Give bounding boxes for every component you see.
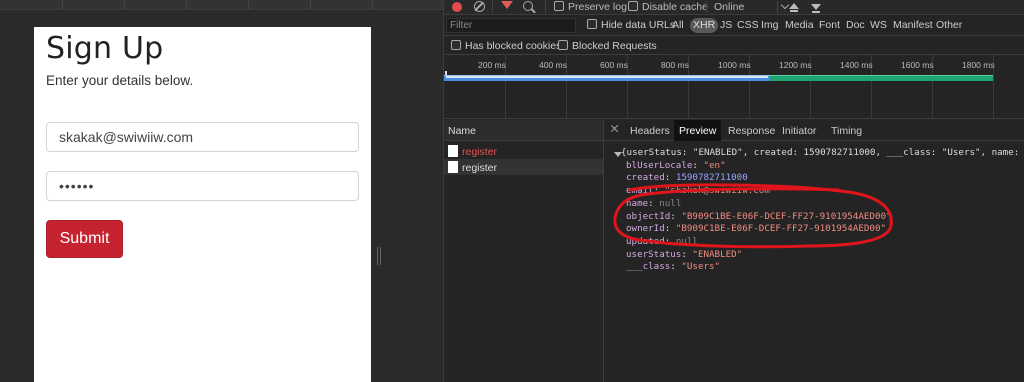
throttling-value: Online (714, 1, 745, 13)
preserve-log-label: Preserve log (568, 1, 627, 13)
type-filter-manifest[interactable]: Manifest (890, 18, 936, 33)
filter-icon[interactable] (501, 1, 513, 9)
import-har-icon[interactable] (788, 1, 800, 13)
signup-page: Sign Up Enter your details below. skakak… (34, 27, 371, 382)
tick-label: 1200 ms (779, 60, 812, 70)
tab-headers[interactable]: Headers (625, 120, 675, 141)
json-value: "Users" (681, 261, 721, 273)
filter-bar: Filter Hide data URLs All XHR JS CSS Img… (444, 15, 1024, 36)
tick-label: 1600 ms (901, 60, 934, 70)
document-icon (448, 161, 458, 173)
tab-timing[interactable]: Timing (826, 120, 867, 141)
splitter-handle[interactable] (377, 247, 381, 265)
hide-data-urls-label: Hide data URLs (601, 19, 676, 31)
preserve-log-checkbox[interactable]: Preserve log (554, 1, 627, 13)
submit-button[interactable]: Submit (46, 220, 123, 258)
disable-cache-label: Disable cache (642, 1, 708, 13)
has-blocked-cookies-label: Has blocked cookies (465, 40, 562, 52)
options-bar: Has blocked cookies Blocked Requests (444, 36, 1024, 55)
request-name: register (462, 146, 498, 158)
type-filter-img[interactable]: Img (758, 18, 782, 33)
record-icon[interactable] (452, 2, 462, 12)
timeline-bar-download (770, 75, 993, 81)
tab-response[interactable]: Response (723, 120, 780, 141)
annotation-circle (613, 183, 893, 249)
type-filter-xhr[interactable]: XHR (690, 18, 719, 33)
has-blocked-cookies-checkbox[interactable]: Has blocked cookies (451, 40, 561, 52)
tick-label: 400 ms (539, 60, 567, 70)
type-filter-doc[interactable]: Doc (843, 18, 868, 33)
tab-preview[interactable]: Preview (674, 120, 722, 141)
type-filter-js[interactable]: JS (717, 18, 735, 33)
tick-label: 600 ms (600, 60, 628, 70)
password-field[interactable]: •••••• (46, 171, 359, 201)
filter-input[interactable]: Filter (446, 18, 576, 33)
type-filter-all[interactable]: All (669, 18, 687, 33)
clear-icon[interactable] (474, 1, 485, 12)
network-toolbar: Preserve log Disable cache Online (444, 0, 1024, 15)
json-preview: {userStatus: "ENABLED", created: 1590782… (604, 142, 1024, 382)
page-subtitle: Enter your details below. (46, 73, 194, 88)
blocked-requests-checkbox[interactable]: Blocked Requests (558, 40, 657, 52)
json-value: "en" (703, 159, 726, 171)
json-field-class[interactable]: ___class: "Users" (626, 261, 720, 274)
type-filter-other[interactable]: Other (933, 18, 965, 33)
search-icon[interactable] (523, 1, 533, 11)
name-column-header[interactable]: Name (444, 120, 603, 141)
document-icon (448, 145, 458, 157)
export-har-icon[interactable] (810, 1, 822, 13)
tick-label: 1000 ms (718, 60, 751, 70)
request-row-failed[interactable]: register (444, 143, 603, 159)
request-list: Name register register (444, 120, 604, 382)
tick-label: 1400 ms (840, 60, 873, 70)
json-summary[interactable]: {userStatus: "ENABLED", created: 1590782… (621, 147, 1024, 160)
request-name: register (462, 162, 498, 174)
disable-cache-checkbox[interactable]: Disable cache (628, 1, 708, 13)
timeline-overview[interactable]: 200 ms 400 ms 600 ms 800 ms 1000 ms 1200… (444, 55, 1024, 119)
tab-initiator[interactable]: Initiator (777, 120, 821, 141)
close-icon[interactable] (610, 124, 619, 133)
tick-label: 1800 ms (962, 60, 995, 70)
email-field[interactable]: skakak@swiwiiw.com (46, 122, 359, 152)
details-tabs: Headers Preview Response Initiator Timin… (604, 120, 1024, 141)
json-key: blUserLocale (626, 159, 693, 171)
json-key: ___class (626, 261, 671, 273)
type-filter-media[interactable]: Media (782, 18, 817, 33)
json-field-bluserlocale[interactable]: blUserLocale: "en" (626, 160, 726, 173)
type-filter-ws[interactable]: WS (867, 18, 890, 33)
type-filter-font[interactable]: Font (816, 18, 843, 33)
tick-label: 800 ms (661, 60, 689, 70)
app-top-strip (0, 0, 443, 10)
hide-data-urls-checkbox[interactable]: Hide data URLs (587, 19, 675, 31)
page-title: Sign Up (46, 31, 164, 66)
devtools-panel: Preserve log Disable cache Online Filter… (443, 0, 1024, 382)
blocked-requests-label: Blocked Requests (572, 40, 657, 52)
tick-label: 200 ms (478, 60, 506, 70)
request-row-selected[interactable]: register (444, 159, 603, 175)
